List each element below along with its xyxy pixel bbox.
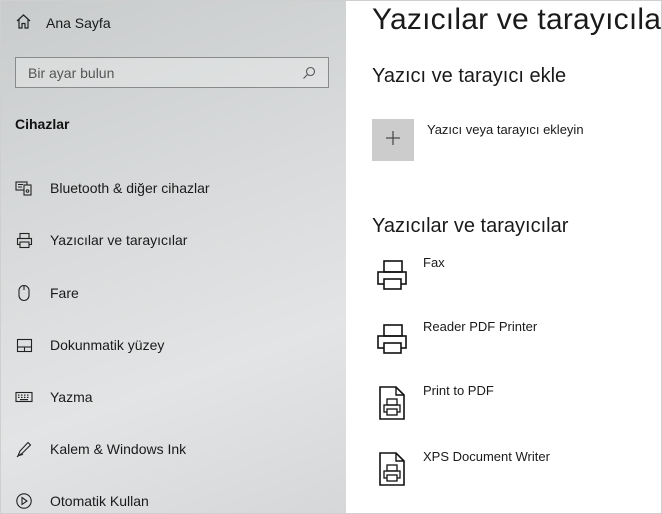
sidebar-item-label: Yazma bbox=[50, 389, 93, 405]
printer-icon bbox=[372, 317, 412, 361]
device-item[interactable]: Print to PDF bbox=[372, 381, 494, 427]
home-link[interactable]: Ana Sayfa bbox=[15, 12, 111, 34]
main-panel: Yazıcılar ve tarayıcılar Yazıcı ve taray… bbox=[346, 1, 661, 513]
device-label: Reader PDF Printer bbox=[423, 319, 538, 334]
device-item[interactable]: XPS Document Writer bbox=[372, 447, 550, 493]
settings-window: Ana Sayfa Cihazlar Bluetooth & diğer cih… bbox=[0, 0, 662, 514]
plus-icon bbox=[384, 129, 402, 152]
touchpad-icon bbox=[15, 336, 33, 354]
sidebar-item-bluetooth[interactable]: Bluetooth & diğer cihazlar bbox=[15, 176, 210, 200]
device-label: Fax bbox=[423, 255, 445, 270]
device-item[interactable]: Fax bbox=[372, 253, 445, 299]
printer-icon bbox=[15, 231, 33, 249]
mouse-icon bbox=[15, 284, 33, 302]
sidebar-item-autoplay[interactable]: Otomatik Kullan bbox=[15, 489, 149, 513]
add-printer-label[interactable]: Yazıcı veya tarayıcı ekleyin bbox=[427, 122, 584, 137]
home-icon bbox=[15, 13, 32, 33]
sidebar: Ana Sayfa Cihazlar Bluetooth & diğer cih… bbox=[1, 1, 346, 513]
device-item[interactable]: Reader PDF Printer bbox=[372, 317, 537, 363]
autoplay-icon bbox=[15, 492, 33, 510]
pen-icon bbox=[15, 440, 33, 458]
list-section-title: Yazıcılar ve tarayıcılar bbox=[372, 215, 569, 237]
sidebar-item-label: Otomatik Kullan bbox=[50, 493, 149, 509]
page-title: Yazıcılar ve tarayıcılar bbox=[372, 3, 662, 36]
add-section-title: Yazıcı ve tarayıcı ekle bbox=[372, 65, 567, 87]
device-label: Print to PDF bbox=[423, 383, 494, 398]
sidebar-item-label: Yazıcılar ve tarayıcılar bbox=[50, 232, 188, 248]
search-icon[interactable] bbox=[302, 66, 316, 80]
sidebar-item-typing[interactable]: Yazma bbox=[15, 385, 93, 409]
sidebar-item-label: Fare bbox=[50, 285, 79, 301]
pdf-printer-icon bbox=[372, 381, 412, 425]
keyboard-icon bbox=[15, 388, 33, 406]
section-title: Cihazlar bbox=[15, 116, 70, 132]
device-label: XPS Document Writer bbox=[423, 449, 550, 464]
sidebar-item-pen[interactable]: Kalem & Windows Ink bbox=[15, 437, 186, 461]
search-box[interactable] bbox=[15, 57, 329, 88]
fax-printer-icon bbox=[372, 253, 412, 297]
sidebar-item-mouse[interactable]: Fare bbox=[15, 281, 79, 305]
add-printer-button[interactable] bbox=[372, 119, 414, 161]
document-printer-icon bbox=[372, 447, 412, 491]
sidebar-item-touchpad[interactable]: Dokunmatik yüzey bbox=[15, 333, 164, 357]
bluetooth-devices-icon bbox=[15, 179, 33, 197]
sidebar-item-label: Kalem & Windows Ink bbox=[50, 441, 187, 457]
sidebar-item-printers[interactable]: Yazıcılar ve tarayıcılar bbox=[15, 228, 187, 252]
home-label: Ana Sayfa bbox=[46, 15, 111, 31]
search-input[interactable] bbox=[28, 64, 302, 81]
sidebar-item-label: Dokunmatik yüzey bbox=[50, 337, 165, 353]
sidebar-item-label: Bluetooth & diğer cihazlar bbox=[50, 180, 210, 196]
